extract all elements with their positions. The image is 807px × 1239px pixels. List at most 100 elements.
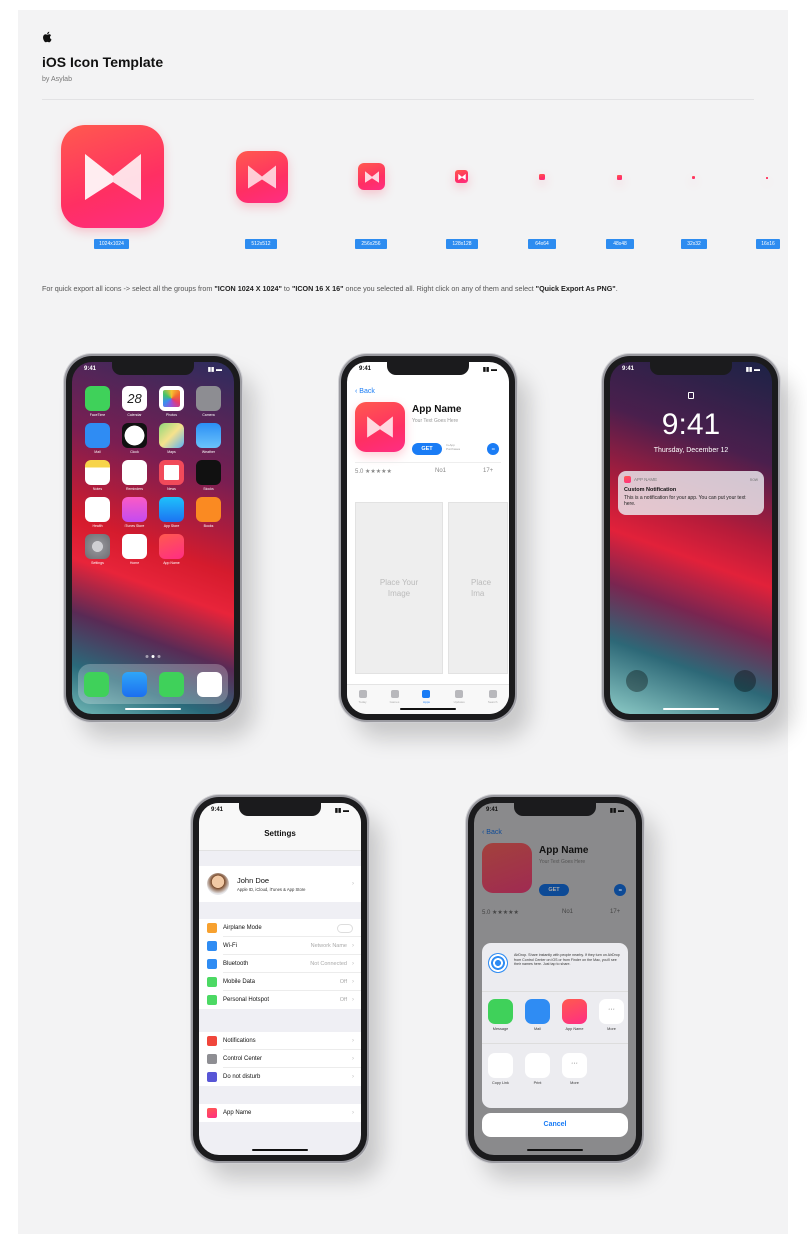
more-options-button[interactable] [487,443,499,455]
app-maps[interactable]: Maps [156,423,187,454]
app-reminders[interactable]: Reminders [119,460,150,491]
settings-row-hotspot[interactable]: Personal Hotspot Off › [199,991,361,1009]
app-icon-128[interactable] [455,170,468,183]
back-button[interactable]: ‹ Back [355,388,375,395]
app-notes[interactable]: Notes [82,460,113,491]
app-books[interactable]: Books [193,497,224,528]
get-button[interactable]: GET [539,884,569,896]
home-indicator[interactable] [527,1149,583,1151]
share-message[interactable]: Message [488,999,513,1031]
news-icon [159,460,184,485]
app-camera[interactable]: Camera [193,386,224,417]
facetime-icon [85,386,110,411]
share-mail[interactable]: Mail [525,999,550,1031]
tab-today[interactable]: Today [358,690,367,714]
app-store-screen: 9:41 ▮▮ ▬ ‹ Back App Name Your Text Goes … [347,362,509,714]
export-instructions: For quick export all icons -> select all… [42,284,618,293]
notification-card[interactable]: APP NAME now Custom Notification This is… [618,471,764,515]
phone-settings: 9:41 ▮▮ ▬ Settings John Doe Apple ID, iCl… [193,797,367,1161]
share-more[interactable]: ··· More [599,999,624,1031]
settings-row-notifications[interactable]: Notifications › [199,1032,361,1050]
settings-row-app-name[interactable]: App Name › [199,1104,361,1122]
mail-icon [525,999,550,1024]
app-home[interactable]: Home [119,534,150,565]
tab-search[interactable]: Search [488,690,497,714]
camera-icon [196,386,221,411]
settings-row-mobile-data[interactable]: Mobile Data Off › [199,973,361,991]
app-subtitle: Your Text Goes Here [412,418,459,424]
home-indicator[interactable] [663,708,719,710]
app-health[interactable]: Health [82,497,113,528]
notifications-icon [207,1036,217,1046]
more-options-button[interactable] [614,884,626,896]
safari-icon[interactable] [121,671,147,697]
share-screen: 9:41 ▮▮ ▬ ‹ Back App Name Your Text Goes … [474,803,636,1155]
home-indicator[interactable] [252,1149,308,1151]
tab-games[interactable]: Games [390,690,399,714]
app-itunes-store[interactable]: iTunes Store [119,497,150,528]
app-calendar[interactable]: 28 Calendar [119,386,150,417]
home-screen: 9:41 ▮▮ ▬ FaceTime 28 Calendar Photos Came… [72,362,234,714]
settings-row-bluetooth[interactable]: Bluetooth Not Connected › [199,955,361,973]
share-print[interactable]: Print [525,1053,550,1085]
share-more-actions[interactable]: ··· More [562,1053,587,1085]
app-news[interactable]: News [156,460,187,491]
app-custom[interactable]: App Name [156,534,187,565]
music-icon[interactable] [196,671,222,697]
age-rating: 17+ [483,468,494,474]
app-grid: FaceTime 28 Calendar Photos Camera Mail C… [82,386,224,565]
mail-icon [85,423,110,448]
app-app-store[interactable]: App Store [156,497,187,528]
app-stocks[interactable]: Stocks [193,460,224,491]
app-icon-64[interactable] [539,174,545,180]
share-app-name[interactable]: App Name [562,999,587,1031]
airplane-toggle[interactable] [337,923,353,933]
app-icon-256[interactable] [358,163,385,190]
app-mail[interactable]: Mail [82,423,113,454]
get-button[interactable]: GET [412,443,442,455]
app-facetime[interactable]: FaceTime [82,386,113,417]
settings-row-wifi[interactable]: Wi-Fi Network Name › [199,937,361,955]
app-icon-32[interactable] [692,176,695,179]
page-title: iOS Icon Template [42,54,164,70]
more-icon: ··· [599,999,624,1024]
apple-id-row[interactable]: John Doe Apple ID, iCloud, iTunes & App … [199,866,361,902]
app-icon-48[interactable] [617,175,622,180]
app-icon [482,843,532,893]
moon-icon [207,1072,217,1082]
tab-apps[interactable]: Apps [422,690,431,714]
app-clock[interactable]: Clock [119,423,150,454]
cancel-button[interactable]: Cancel [482,1113,628,1137]
messages-icon[interactable] [159,671,185,697]
tab-updates[interactable]: Updates [454,690,465,714]
settings-row-airplane[interactable]: Airplane Mode [199,919,361,937]
size-label: 128x128 [446,239,478,249]
phone-icon[interactable] [84,671,110,697]
settings-row-control-center[interactable]: Control Center › [199,1050,361,1068]
camera-icon[interactable] [734,670,756,692]
home-indicator[interactable] [400,708,456,710]
settings-row-do-not-disturb[interactable]: Do not disturb › [199,1068,361,1086]
app-icon-512[interactable] [236,151,288,203]
flashlight-icon[interactable] [626,670,648,692]
reminders-icon [122,460,147,485]
app-icon-16[interactable] [766,177,768,179]
airdrop-icon[interactable] [488,953,508,973]
share-copy-link[interactable]: Copy Link [488,1053,513,1085]
share-sheet: AirDrop. Share instantly with people nea… [482,943,628,1108]
app-settings[interactable]: Settings [82,534,113,565]
notch [239,803,321,816]
chevron-right-icon: › [352,1038,354,1044]
app-logo-icon [624,476,631,483]
back-button[interactable]: ‹ Back [482,829,502,836]
notification-title: Custom Notification [624,487,677,493]
app-photos[interactable]: Photos [156,386,187,417]
app-icon-1024[interactable] [61,125,164,228]
notch [112,362,194,375]
app-logo-icon [207,1108,217,1118]
home-indicator[interactable] [125,708,181,710]
size-label: 64x64 [528,239,556,249]
weather-icon [196,423,221,448]
app-weather[interactable]: Weather [193,423,224,454]
app-logo-icon [562,999,587,1024]
